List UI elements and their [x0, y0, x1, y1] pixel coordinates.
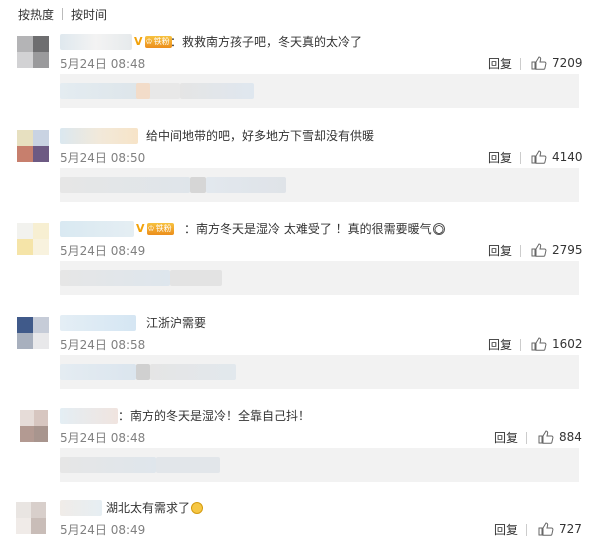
username-blurred[interactable]	[60, 34, 132, 50]
like-count: 2795	[552, 243, 583, 257]
thumbs-up-icon	[538, 430, 554, 444]
sort-bar: 按热度 按时间	[18, 5, 107, 23]
like-count: 4140	[552, 150, 583, 164]
comment-item: ：南方的冬天是湿冷！全靠自己抖！ 5月24日 08:48 回复 884	[0, 406, 596, 492]
username-blurred[interactable]	[60, 128, 138, 144]
comment-text: ：南方冬天是湿冷 太难受了 ！真的很需要暖气	[184, 221, 445, 237]
comment-time: 5月24日 08:50	[60, 151, 146, 165]
username-blurred[interactable]	[60, 408, 118, 424]
like-count: 727	[559, 522, 582, 536]
like-button[interactable]: 727	[538, 522, 582, 536]
action-divider	[520, 339, 521, 351]
thumbs-up-icon	[538, 522, 554, 536]
action-divider	[526, 432, 527, 444]
reply-button[interactable]: 回复	[488, 57, 512, 71]
comment-text: 江浙沪需要	[146, 316, 207, 330]
avatar[interactable]	[16, 502, 46, 534]
comment-text: ：救救南方孩子吧，冬天真的太冷了	[170, 35, 363, 49]
like-button[interactable]: 2795	[531, 243, 583, 257]
fan-badge: ♔ 铁粉	[146, 223, 174, 235]
vip-badge: V	[134, 35, 143, 48]
thinking-face-icon	[191, 502, 204, 514]
reply-button[interactable]: 回复	[494, 523, 518, 537]
sub-reply-preview[interactable]	[60, 448, 579, 482]
comment-item: V ♔ 铁粉 ：南方冬天是湿冷 太难受了 ！真的很需要暖气 5月24日 08:49…	[0, 219, 596, 305]
comment-item: 江浙沪需要 5月24日 08:58 回复 1602	[0, 313, 596, 399]
action-divider	[520, 58, 521, 70]
comment-item: 给中间地带的吧，好多地方下雪却没有供暖 5月24日 08:50 回复 4140	[0, 126, 596, 212]
user-badges: V ♔ 铁粉	[134, 36, 172, 48]
sort-by-hot-button[interactable]: 按热度	[18, 6, 54, 23]
like-count: 7209	[552, 56, 583, 70]
reply-button[interactable]: 回复	[494, 431, 518, 445]
sort-by-time-button[interactable]: 按时间	[71, 6, 107, 23]
avatar[interactable]	[17, 317, 49, 349]
like-button[interactable]: 4140	[531, 150, 583, 164]
like-count: 1602	[552, 337, 583, 351]
sub-reply-preview[interactable]	[60, 168, 579, 202]
username-blurred[interactable]	[60, 500, 102, 516]
action-divider	[520, 152, 521, 164]
comment-time: 5月24日 08:49	[60, 523, 146, 537]
sub-reply-preview[interactable]	[60, 355, 579, 389]
comment-text: ：南方的冬天是湿冷！全靠自己抖！	[118, 409, 311, 423]
crying-face-icon	[432, 223, 445, 235]
sub-reply-preview[interactable]	[60, 261, 579, 295]
sub-reply-preview[interactable]	[60, 74, 579, 108]
like-button[interactable]: 884	[538, 430, 582, 444]
avatar[interactable]	[17, 130, 49, 162]
avatar[interactable]	[20, 410, 48, 442]
crown-icon: ♔	[145, 37, 153, 46]
reply-button[interactable]: 回复	[488, 338, 512, 352]
username-blurred[interactable]	[60, 221, 134, 237]
action-divider	[526, 524, 527, 536]
vip-badge: V	[136, 222, 145, 235]
comment-item: 湖北太有需求了 5月24日 08:49 回复 727	[0, 498, 596, 548]
crown-icon: ♔	[147, 224, 155, 233]
thumbs-up-icon	[531, 337, 547, 351]
comment-time: 5月24日 08:58	[60, 338, 146, 352]
thumbs-up-icon	[531, 243, 547, 257]
reply-button[interactable]: 回复	[488, 244, 512, 258]
like-button[interactable]: 1602	[531, 337, 583, 351]
comment-text: 湖北太有需求了	[106, 500, 204, 516]
sort-divider	[62, 8, 64, 20]
username-blurred[interactable]	[60, 315, 136, 331]
comment-time: 5月24日 08:49	[60, 244, 146, 258]
thumbs-up-icon	[531, 56, 547, 70]
like-count: 884	[559, 430, 582, 444]
user-badges: V ♔ 铁粉	[136, 223, 174, 235]
avatar[interactable]	[17, 223, 49, 255]
fan-badge: ♔ 铁粉	[144, 36, 172, 48]
avatar[interactable]	[17, 36, 49, 68]
reply-button[interactable]: 回复	[488, 151, 512, 165]
comment-time: 5月24日 08:48	[60, 57, 146, 71]
thumbs-up-icon	[531, 150, 547, 164]
like-button[interactable]: 7209	[531, 56, 583, 70]
comment-text: 给中间地带的吧，好多地方下雪却没有供暖	[146, 129, 375, 143]
action-divider	[520, 245, 521, 257]
comment-time: 5月24日 08:48	[60, 431, 146, 445]
comment-item: V ♔ 铁粉 ：救救南方孩子吧，冬天真的太冷了 5月24日 08:48 回复 72…	[0, 32, 596, 118]
